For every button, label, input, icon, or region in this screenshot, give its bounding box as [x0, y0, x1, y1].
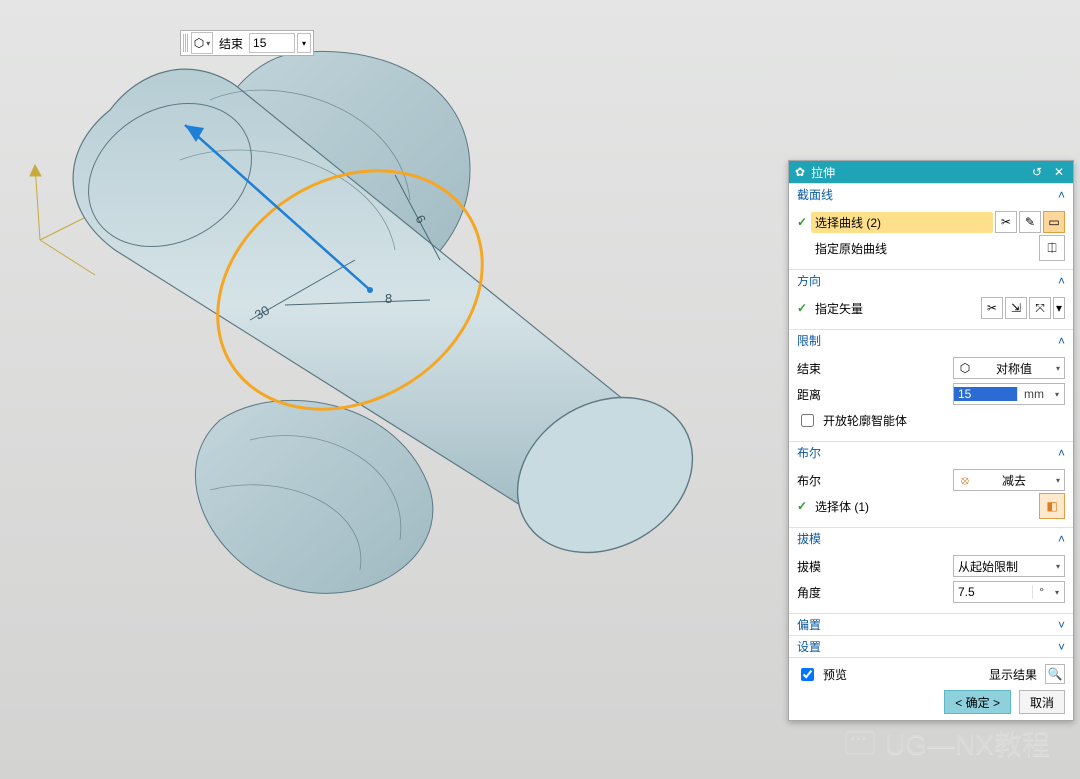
boolean-label: 布尔 — [797, 472, 947, 489]
angle-input[interactable]: 7.5 ° ▾ — [953, 581, 1065, 603]
chevron-up-icon: ˄ — [1058, 334, 1065, 348]
end-type-value: 对称值 — [996, 360, 1032, 377]
chevron-up-icon: ˄ — [1058, 188, 1065, 202]
select-body-label: 选择体 (1) — [815, 498, 1033, 515]
axis1-icon[interactable]: ⇲ — [1005, 297, 1027, 319]
vector-dropdown[interactable]: ▾ — [1053, 297, 1065, 319]
draft-value: 从起始限制 — [958, 558, 1018, 575]
gear-icon: ✿ — [795, 165, 805, 179]
reset-icon[interactable]: ↺ — [1029, 164, 1045, 180]
chevron-down-icon: ▾ — [1050, 390, 1064, 399]
magnifier-icon[interactable]: 🔍 — [1045, 664, 1065, 684]
row-select-curve[interactable]: ✓ 选择曲线 (2) ✂ ✎ ▭ — [797, 209, 1065, 235]
original-curve-button[interactable]: ⎅ — [1039, 235, 1065, 261]
draft-label: 拔模 — [797, 558, 947, 575]
chevron-down-icon: ˅ — [1058, 640, 1065, 654]
section-header-draft[interactable]: 拔模˄ — [789, 527, 1073, 549]
angle-value: 7.5 — [954, 585, 1032, 599]
onscreen-input-toolbar: ⬡ 结束 ▾ — [180, 30, 314, 56]
open-profile-label: 开放轮廓智能体 — [823, 412, 907, 429]
original-curve-label: 指定原始曲线 — [815, 240, 1033, 257]
boolean-value: 减去 — [1002, 472, 1026, 489]
check-icon: ✓ — [797, 215, 809, 229]
check-icon: ✓ — [797, 301, 809, 315]
cube-icon: ⬡ — [194, 36, 204, 50]
section-header-settings[interactable]: 设置˅ — [789, 635, 1073, 657]
watermark: UG—NX教程 — [845, 723, 1050, 763]
row-original-curve[interactable]: 指定原始曲线 ⎅ — [797, 235, 1065, 261]
section-header-boolean[interactable]: 布尔˄ — [789, 441, 1073, 463]
close-icon[interactable]: ✕ — [1051, 164, 1067, 180]
panel-title-text: 拉伸 — [811, 164, 835, 181]
onscreen-end-dropdown[interactable]: ▾ — [297, 33, 311, 53]
chevron-up-icon: ˄ — [1058, 532, 1065, 546]
watermark-text: UG—NX教程 — [885, 723, 1050, 763]
chevron-down-icon: ▾ — [1050, 588, 1064, 597]
distance-unit: mm — [1017, 387, 1050, 401]
panel-titlebar[interactable]: ✿ 拉伸 ↺ ✕ — [789, 161, 1073, 183]
body-icon[interactable]: ◧ — [1039, 493, 1065, 519]
cancel-button[interactable]: 取消 — [1019, 690, 1065, 714]
dim-1: 8 — [385, 291, 392, 306]
subtract-icon: ⦻ — [958, 473, 972, 488]
onscreen-end-label: 结束 — [215, 35, 247, 52]
section-header-offset[interactable]: 偏置˅ — [789, 613, 1073, 635]
ok-button[interactable]: < 确定 > — [944, 690, 1011, 714]
scissors-icon[interactable]: ✂ — [981, 297, 1003, 319]
chevron-down-icon: ˅ — [1058, 618, 1065, 632]
distance-input[interactable]: 15 mm ▾ — [953, 383, 1065, 405]
angle-label: 角度 — [797, 584, 947, 601]
check-icon: ✓ — [797, 499, 809, 513]
chevron-up-icon: ˄ — [1058, 274, 1065, 288]
distance-label: 距离 — [797, 386, 947, 403]
draft-select[interactable]: 从起始限制 ▾ — [953, 555, 1065, 577]
rect-icon[interactable]: ▭ — [1043, 211, 1065, 233]
chevron-down-icon: ▾ — [1056, 562, 1060, 571]
specify-vector-label: 指定矢量 — [815, 300, 975, 317]
section-header-curve[interactable]: 截面线˄ — [789, 183, 1073, 205]
scissors-icon[interactable]: ✂ — [995, 211, 1017, 233]
onscreen-end-value[interactable] — [249, 33, 295, 53]
distance-value: 15 — [954, 387, 1017, 401]
end-type-select[interactable]: ⬡ 对称值 ▾ — [953, 357, 1065, 379]
chevron-up-icon: ˄ — [1058, 446, 1065, 460]
boolean-select[interactable]: ⦻ 减去 ▾ — [953, 469, 1065, 491]
select-curve-label: 选择曲线 (2) — [811, 212, 993, 233]
preview-checkbox[interactable]: 预览 — [797, 665, 847, 684]
grip-icon[interactable] — [183, 34, 189, 52]
extrude-panel: ✿ 拉伸 ↺ ✕ 截面线˄ ✓ 选择曲线 (2) ✂ ✎ ▭ 指定原始曲线 ⎅ … — [788, 160, 1074, 721]
end-label: 结束 — [797, 360, 947, 377]
row-select-body[interactable]: ✓ 选择体 (1) ◧ — [797, 493, 1065, 519]
section-header-direction[interactable]: 方向˄ — [789, 269, 1073, 291]
end-type-icon-dropdown[interactable]: ⬡ — [191, 32, 213, 54]
chevron-down-icon: ▾ — [1056, 476, 1060, 485]
wechat-icon — [845, 731, 875, 755]
open-profile-checkbox[interactable]: 开放轮廓智能体 — [797, 407, 1065, 433]
cube-icon: ⬡ — [958, 361, 972, 375]
preview-label: 预览 — [823, 666, 847, 683]
chevron-down-icon: ▾ — [1056, 364, 1060, 373]
sketch-icon[interactable]: ✎ — [1019, 211, 1041, 233]
row-specify-vector[interactable]: ✓ 指定矢量 ✂ ⇲ ⤧ ▾ — [797, 295, 1065, 321]
section-header-limits[interactable]: 限制˄ — [789, 329, 1073, 351]
axis2-icon[interactable]: ⤧ — [1029, 297, 1051, 319]
show-result-label: 显示结果 — [989, 666, 1037, 683]
angle-unit: ° — [1032, 585, 1050, 599]
wing-bottom — [195, 400, 432, 593]
